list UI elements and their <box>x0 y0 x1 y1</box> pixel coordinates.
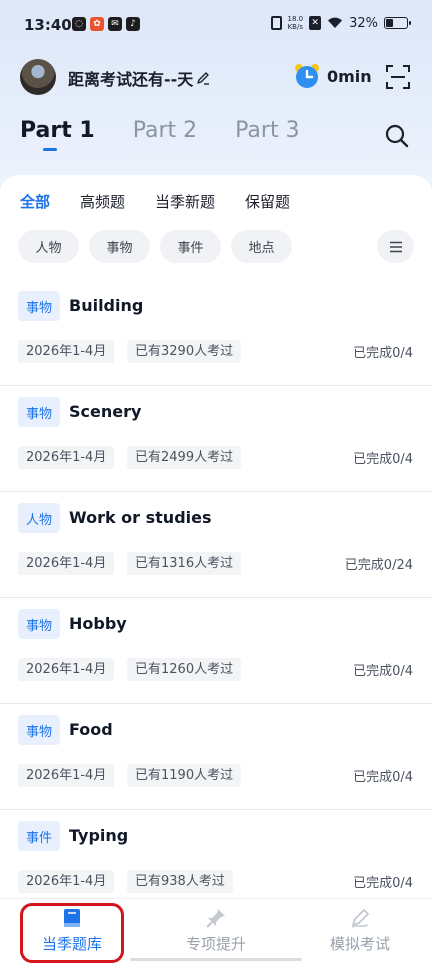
pen-icon <box>351 909 369 928</box>
menu-icon <box>389 241 402 252</box>
net-speed-value: 18.0 <box>287 15 304 23</box>
tab-part-3[interactable]: Part 3 <box>235 118 299 151</box>
topic-row[interactable]: 事物 Scenery 2026年1-4月 已有2499人考过 已完成0/4 <box>0 386 432 492</box>
topic-exam-count: 已有2499人考过 <box>127 446 242 469</box>
topic-progress: 已完成0/4 <box>353 770 413 785</box>
mail-notification-icon: ✉ <box>108 17 122 31</box>
topic-row[interactable]: 人物 Work or studies 2026年1-4月 已有1316人考过 已… <box>0 492 432 598</box>
topic-panel: 全部 高频题 当季新题 保留题 人物 事物 事件 地点 事物 Building … <box>0 175 432 900</box>
search-icon[interactable] <box>384 123 410 149</box>
vibrate-icon <box>270 16 282 30</box>
net-speed: 18.0 KB/s <box>288 15 304 31</box>
topic-row[interactable]: 事件 Typing 2026年1-4月 已有938人考过 已完成0/4 <box>0 810 432 900</box>
topic-exam-count: 已有938人考过 <box>127 870 233 893</box>
topic-period: 2026年1-4月 <box>18 446 115 469</box>
app-notification-icon: ✿ <box>90 17 104 31</box>
topic-progress: 已完成0/4 <box>353 346 413 361</box>
topic-row[interactable]: 事物 Building 2026年1-4月 已有3290人考过 已完成0/4 <box>0 280 432 386</box>
tab-retained[interactable]: 保留题 <box>245 191 290 212</box>
topic-title: Food <box>69 720 113 739</box>
alarm-clock-icon <box>295 64 319 88</box>
bottom-nav: 当季题库 专项提升 模拟考试 <box>0 898 432 964</box>
sim-off-icon: ✕ <box>309 16 322 30</box>
chip-person[interactable]: 人物 <box>18 230 79 263</box>
topic-title: Typing <box>69 826 129 845</box>
edit-icon[interactable] <box>196 71 210 85</box>
topic-period: 2026年1-4月 <box>18 764 115 787</box>
tab-part-1[interactable]: Part 1 <box>20 118 95 151</box>
nav-season-question-bank[interactable]: 当季题库 <box>17 907 127 954</box>
topic-row[interactable]: 事物 Food 2026年1-4月 已有1190人考过 已完成0/4 <box>0 704 432 810</box>
nav-special-improvement[interactable]: 专项提升 <box>161 907 271 954</box>
tab-high-frequency[interactable]: 高频题 <box>80 191 125 212</box>
app-screen: 13:40 ◌ ✿ ✉ ♪ 18.0 KB/s ✕ 32% 距离考试还有--天 <box>0 0 432 964</box>
scan-icon[interactable] <box>385 64 411 90</box>
topic-period: 2026年1-4月 <box>18 658 115 681</box>
countdown-text: 距离考试还有--天 <box>68 70 194 89</box>
pin-icon <box>206 909 225 928</box>
status-time: 13:40 <box>24 16 72 34</box>
wifi-icon <box>328 17 343 28</box>
tab-all[interactable]: 全部 <box>20 191 50 212</box>
topic-tag: 事件 <box>18 821 60 851</box>
topic-title: Work or studies <box>69 508 212 527</box>
battery-percent: 32% <box>349 15 378 31</box>
status-right: 18.0 KB/s ✕ 32% <box>270 15 411 31</box>
topic-tag: 事物 <box>18 715 60 745</box>
category-tabs: 全部 高频题 当季新题 保留题 <box>20 191 290 212</box>
topic-title: Hobby <box>69 614 127 633</box>
chip-event[interactable]: 事件 <box>160 230 221 263</box>
topic-exam-count: 已有1316人考过 <box>127 552 242 575</box>
tab-new-this-season[interactable]: 当季新题 <box>155 191 215 212</box>
exam-countdown[interactable]: 距离考试还有--天 <box>68 66 210 90</box>
topic-tag: 人物 <box>18 503 60 533</box>
topic-progress: 已完成0/4 <box>353 452 413 467</box>
topic-progress: 已完成0/4 <box>353 664 413 679</box>
tab-part-2[interactable]: Part 2 <box>133 118 197 151</box>
topic-period: 2026年1-4月 <box>18 870 115 893</box>
topic-row[interactable]: 事物 Hobby 2026年1-4月 已有1260人考过 已完成0/4 <box>0 598 432 704</box>
topic-progress: 已完成0/4 <box>353 876 413 891</box>
chip-place[interactable]: 地点 <box>231 230 292 263</box>
topic-title: Building <box>69 296 144 315</box>
study-timer[interactable]: 0min <box>293 62 372 90</box>
avatar[interactable] <box>20 59 56 95</box>
filter-menu-button[interactable] <box>377 230 414 263</box>
topic-period: 2026年1-4月 <box>18 552 115 575</box>
nav-mock-exam[interactable]: 模拟考试 <box>305 907 415 954</box>
chip-thing[interactable]: 事物 <box>89 230 150 263</box>
topic-title: Scenery <box>69 402 142 421</box>
topic-progress: 已完成0/24 <box>344 558 413 573</box>
topic-tag: 事物 <box>18 291 60 321</box>
topic-period: 2026年1-4月 <box>18 340 115 363</box>
book-icon <box>64 909 80 927</box>
status-bar: 13:40 ◌ ✿ ✉ ♪ 18.0 KB/s ✕ 32% <box>0 0 432 50</box>
topic-list: 事物 Building 2026年1-4月 已有3290人考过 已完成0/4 事… <box>0 280 432 900</box>
topic-exam-count: 已有1260人考过 <box>127 658 242 681</box>
net-speed-unit: KB/s <box>287 23 303 31</box>
topic-tag: 事物 <box>18 609 60 639</box>
nav-label: 专项提升 <box>185 935 246 953</box>
home-indicator[interactable] <box>130 958 302 961</box>
nav-label: 当季题库 <box>41 935 102 953</box>
part-tabs: Part 1 Part 2 Part 3 <box>20 118 300 151</box>
filter-chips: 人物 事物 事件 地点 <box>18 230 292 263</box>
topic-tag: 事物 <box>18 397 60 427</box>
timer-text: 0min <box>327 66 372 86</box>
app-notification-icon: ◌ <box>72 17 86 31</box>
notification-icons: ◌ ✿ ✉ ♪ <box>72 17 140 31</box>
tiktok-notification-icon: ♪ <box>126 17 140 31</box>
battery-icon <box>384 17 411 29</box>
topic-exam-count: 已有3290人考过 <box>127 340 242 363</box>
topic-exam-count: 已有1190人考过 <box>127 764 242 787</box>
nav-label: 模拟考试 <box>329 935 390 953</box>
